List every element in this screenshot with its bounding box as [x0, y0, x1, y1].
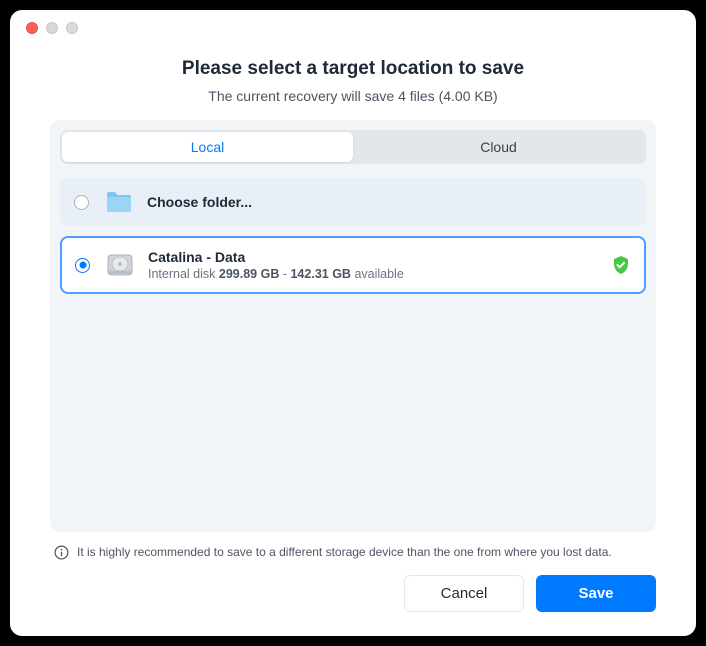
option-choose-folder[interactable]: Choose folder... [60, 178, 646, 226]
option-body: Catalina - Data Internal disk 299.89 GB … [148, 249, 611, 281]
content-panel: Local Cloud Choose folder... [50, 120, 656, 532]
option-title: Choose folder... [147, 194, 632, 210]
cancel-button[interactable]: Cancel [404, 575, 524, 612]
titlebar [10, 10, 696, 46]
option-disk-catalina[interactable]: Catalina - Data Internal disk 299.89 GB … [60, 236, 646, 294]
dialog-header: Please select a target location to save … [10, 46, 696, 120]
save-button[interactable]: Save [536, 575, 656, 612]
disk-title: Catalina - Data [148, 249, 611, 265]
warning-message: It is highly recommended to save to a di… [10, 532, 696, 561]
page-title: Please select a target location to save [50, 58, 656, 80]
page-subtitle: The current recovery will save 4 files (… [50, 88, 656, 104]
shield-check-icon [611, 255, 631, 275]
radio-disk[interactable] [75, 258, 90, 273]
option-body: Choose folder... [147, 194, 632, 210]
zoom-icon [66, 22, 78, 34]
folder-icon [105, 190, 133, 214]
tab-local[interactable]: Local [62, 132, 353, 162]
dialog-footer: Cancel Save [10, 561, 696, 636]
dialog-window: Please select a target location to save … [10, 10, 696, 636]
location-tabs: Local Cloud [60, 130, 646, 164]
disk-subtitle: Internal disk 299.89 GB - 142.31 GB avai… [148, 267, 611, 281]
warning-text: It is highly recommended to save to a di… [77, 544, 612, 561]
close-icon[interactable] [26, 22, 38, 34]
minimize-icon [46, 22, 58, 34]
disk-icon [106, 253, 134, 277]
tab-cloud[interactable]: Cloud [353, 132, 644, 162]
radio-folder[interactable] [74, 195, 89, 210]
info-icon [54, 545, 69, 560]
